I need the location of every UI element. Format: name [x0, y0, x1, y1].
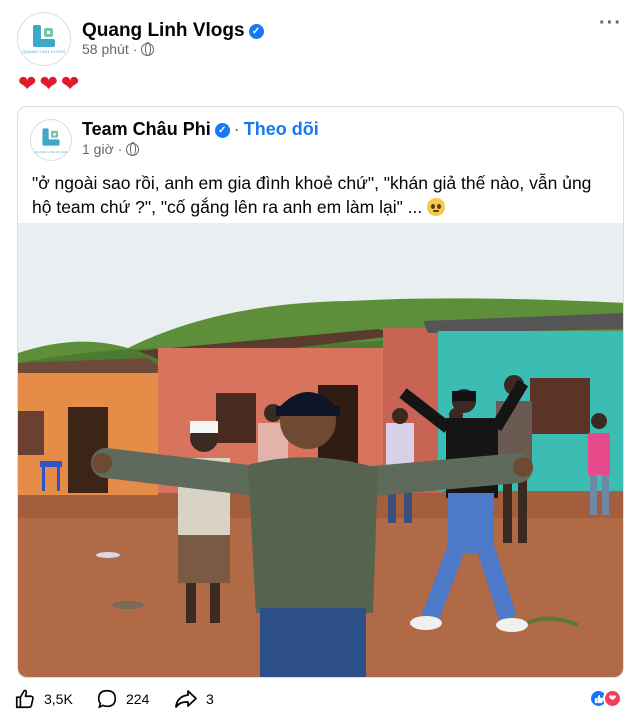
caption-text: "ở ngoài sao rồi, anh em gia đình khoẻ c… — [32, 173, 592, 217]
page-logo: QUANG LINH VLOGS — [22, 24, 66, 54]
more-options-icon[interactable]: ··· — [599, 12, 622, 35]
avatar[interactable]: QUANG LINH VLOGS — [17, 12, 71, 66]
shared-post-meta: 1 giờ · — [82, 141, 140, 157]
video-scene — [18, 223, 623, 677]
reaction-summary[interactable]: ❤ — [589, 689, 622, 708]
logo-text: QUANG LINH VLOGS — [22, 48, 66, 54]
author-name: Quang Linh Vlogs — [82, 20, 245, 41]
globe-icon — [141, 41, 155, 56]
globe-icon — [126, 141, 140, 156]
meta-separator: · — [132, 41, 138, 57]
verified-badge-icon: ✓ — [214, 123, 230, 138]
follow-separator: · — [233, 119, 240, 139]
heart-emoji-icon: ❤ — [39, 71, 58, 96]
comment-count: 224 — [126, 691, 150, 707]
shared-avatar[interactable]: QUANG LINH VLOGS — [30, 119, 72, 161]
shared-post-header: QUANG LINH VLOGS Team Châu Phi ✓ · Theo dõi… — [18, 107, 623, 167]
like-count: 3,5K — [44, 691, 73, 707]
comment-icon — [97, 689, 117, 709]
share-count: 3 — [206, 691, 214, 707]
share-icon — [175, 690, 197, 708]
logo-glyph-icon — [42, 128, 60, 146]
like-button[interactable]: 3,5K — [14, 688, 73, 710]
shared-logo-text: QUANG LINH VLOGS — [34, 150, 68, 154]
shared-caption: "ở ngoài sao rồi, anh em gia đình khoẻ c… — [32, 171, 612, 219]
meta-separator: · — [117, 141, 123, 157]
like-icon — [15, 689, 34, 709]
video-frame[interactable] — [18, 223, 623, 677]
shared-post-card[interactable]: QUANG LINH VLOGS Team Châu Phi ✓ · Theo dõi… — [17, 106, 624, 678]
shared-page-logo: QUANG LINH VLOGS — [34, 126, 67, 154]
post-meta: 58 phút · — [82, 41, 155, 57]
comment-button[interactable]: 224 — [96, 688, 149, 710]
post-header: QUANG LINH VLOGS Quang Linh Vlogs ✓ 58 ph… — [0, 0, 640, 70]
follow-button[interactable]: Theo dõi — [244, 119, 319, 139]
shared-author-name[interactable]: Team Châu Phi — [82, 119, 211, 139]
pleading-face-emoji-icon — [427, 198, 446, 216]
love-reaction-icon: ❤ — [603, 689, 622, 708]
shared-post-time[interactable]: 1 giờ — [82, 141, 114, 157]
shared-author-row: Team Châu Phi ✓ · Theo dõi — [82, 119, 319, 140]
author-name-link[interactable]: Quang Linh Vlogs ✓ — [82, 20, 264, 42]
heart-emoji-icon: ❤ — [60, 71, 80, 96]
post-text: ❤ ❤ ❤ — [18, 72, 79, 96]
verified-badge-icon: ✓ — [248, 24, 264, 39]
heart-emoji-icon: ❤ — [18, 71, 37, 96]
share-button[interactable]: 3 — [174, 688, 214, 710]
logo-glyph-icon — [33, 24, 55, 47]
post-time[interactable]: 58 phút — [82, 41, 129, 57]
post-footer: 3,5K 224 3 ❤ — [0, 680, 640, 721]
